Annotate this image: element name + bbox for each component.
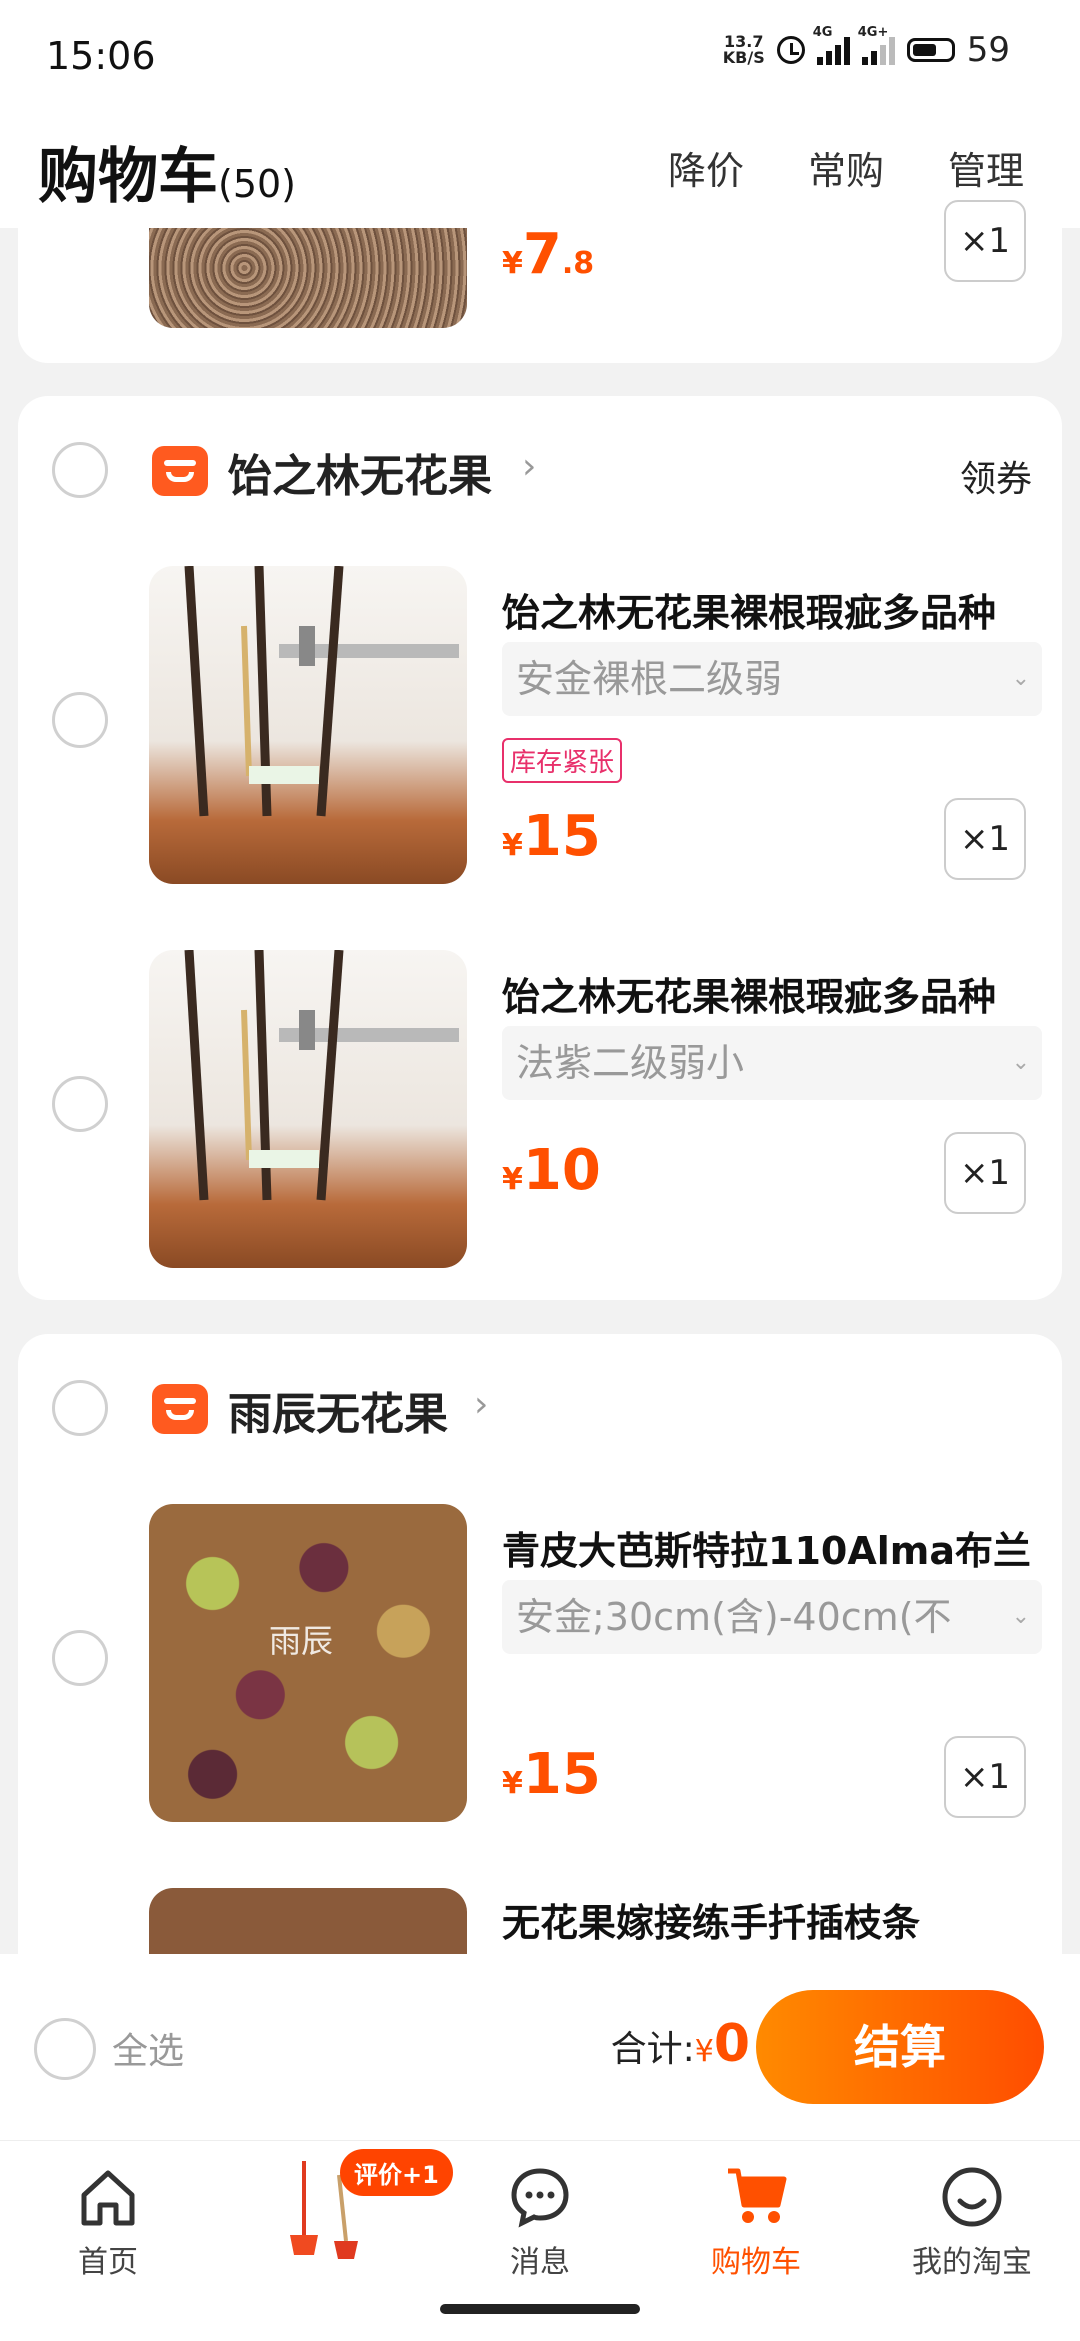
coupon-button[interactable]: 领券 bbox=[960, 450, 1032, 502]
chevron-right-icon: › bbox=[474, 1384, 489, 1425]
product-image[interactable]: 雨辰 bbox=[149, 1504, 467, 1822]
status-icons: 13.7 KB/S 4G 4G+ 59 bbox=[722, 25, 1010, 70]
shop-name[interactable]: 饴之林无花果 bbox=[228, 440, 492, 504]
tab-messages[interactable]: 消息 bbox=[432, 2151, 648, 2281]
quantity-button[interactable]: ×1 bbox=[944, 798, 1026, 880]
message-icon bbox=[508, 2165, 572, 2229]
frequent-buy-button[interactable]: 常购 bbox=[808, 140, 884, 195]
manage-button[interactable]: 管理 bbox=[948, 140, 1024, 195]
shop-card-previous: ¥7.8 ×1 bbox=[18, 200, 1062, 363]
battery-icon bbox=[906, 38, 955, 62]
signal-icon: 4G bbox=[813, 25, 850, 65]
cart-header: 购物车(50) 降价 常购 管理 bbox=[0, 118, 1080, 228]
checkout-bar: 全选 合计:¥0 结算 bbox=[0, 1954, 1080, 2140]
shop-name[interactable]: 雨辰无花果 bbox=[228, 1378, 448, 1442]
page-title: 购物车(50) bbox=[38, 142, 297, 212]
shop-card: 雨辰无花果 › 雨辰 青皮大芭斯特拉110Alma布兰 安金;30cm(含)-4… bbox=[18, 1334, 1062, 1954]
profile-icon bbox=[940, 2165, 1004, 2229]
product-price: ¥15 bbox=[502, 1742, 601, 1807]
product-price: ¥7.8 bbox=[502, 222, 595, 287]
signal-icon-2: 4G+ bbox=[858, 25, 895, 65]
tab-home[interactable]: 首页 bbox=[0, 2151, 216, 2281]
shop-select-checkbox[interactable] bbox=[52, 1380, 108, 1436]
shop-card: 饴之林无花果 › 领券 饴之林无花果裸根瑕疵多品种 安金裸根二级弱 ⌄ 库存紧张 … bbox=[18, 396, 1062, 1300]
network-speed: 13.7 KB/S bbox=[722, 32, 765, 67]
sku-selector[interactable]: 法紫二级弱小 ⌄ bbox=[502, 1026, 1042, 1100]
store-icon bbox=[152, 446, 208, 496]
header-actions: 降价 常购 管理 bbox=[668, 140, 1024, 195]
cart-count: (50) bbox=[218, 162, 297, 206]
select-all-checkbox[interactable] bbox=[34, 2018, 96, 2080]
home-icon bbox=[76, 2165, 140, 2229]
alarm-icon bbox=[776, 36, 805, 64]
status-time: 15:06 bbox=[46, 34, 156, 78]
product-title[interactable]: 饴之林无花果裸根瑕疵多品种 bbox=[502, 582, 1042, 637]
product-price: ¥15 bbox=[502, 804, 601, 869]
product-title[interactable]: 青皮大芭斯特拉110Alma布兰 bbox=[502, 1520, 1042, 1575]
product-title[interactable]: 饴之林无花果裸根瑕疵多品种 bbox=[502, 966, 1042, 1021]
stock-warning-badge: 库存紧张 bbox=[502, 738, 623, 783]
quantity-button[interactable]: ×1 bbox=[944, 1736, 1026, 1818]
sku-selector[interactable]: 安金裸根二级弱 ⌄ bbox=[502, 642, 1042, 716]
checkout-button[interactable]: 结算 bbox=[756, 1990, 1044, 2104]
image-watermark: 雨辰 bbox=[269, 1622, 334, 1660]
chevron-down-icon: ⌄ bbox=[1011, 666, 1030, 691]
cart-icon bbox=[724, 2165, 788, 2229]
item-select-checkbox[interactable] bbox=[52, 1630, 108, 1686]
battery-level: 59 bbox=[966, 30, 1010, 70]
store-icon bbox=[152, 1384, 208, 1434]
home-indicator[interactable] bbox=[440, 2304, 640, 2314]
tab-cart[interactable]: 购物车 bbox=[648, 2151, 864, 2281]
total-amount: 合计:¥0 bbox=[610, 2014, 750, 2074]
sku-selector[interactable]: 安金;30cm(含)-40cm(不 ⌄ bbox=[502, 1580, 1042, 1654]
select-all-label[interactable]: 全选 bbox=[112, 2022, 184, 2074]
product-price: ¥10 bbox=[502, 1138, 601, 1203]
product-image[interactable] bbox=[149, 566, 467, 884]
product-image[interactable] bbox=[149, 950, 467, 1268]
shop-select-checkbox[interactable] bbox=[52, 442, 108, 498]
chevron-down-icon: ⌄ bbox=[1011, 1050, 1030, 1075]
tab-my-taobao[interactable]: 我的淘宝 bbox=[864, 2151, 1080, 2281]
status-bar: 15:06 13.7 KB/S 4G 4G+ 59 bbox=[0, 0, 1080, 118]
chevron-right-icon: › bbox=[522, 446, 537, 487]
chevron-down-icon: ⌄ bbox=[1011, 1604, 1030, 1629]
quantity-button[interactable]: ×1 bbox=[944, 200, 1026, 282]
item-select-checkbox[interactable] bbox=[52, 1076, 108, 1132]
product-image[interactable] bbox=[149, 1888, 467, 1954]
item-select-checkbox[interactable] bbox=[52, 692, 108, 748]
quantity-button[interactable]: ×1 bbox=[944, 1132, 1026, 1214]
product-image[interactable] bbox=[149, 228, 467, 328]
product-title[interactable]: 无花果嫁接练手扦插枝条 bbox=[502, 1892, 1042, 1947]
price-drop-button[interactable]: 降价 bbox=[668, 140, 744, 195]
